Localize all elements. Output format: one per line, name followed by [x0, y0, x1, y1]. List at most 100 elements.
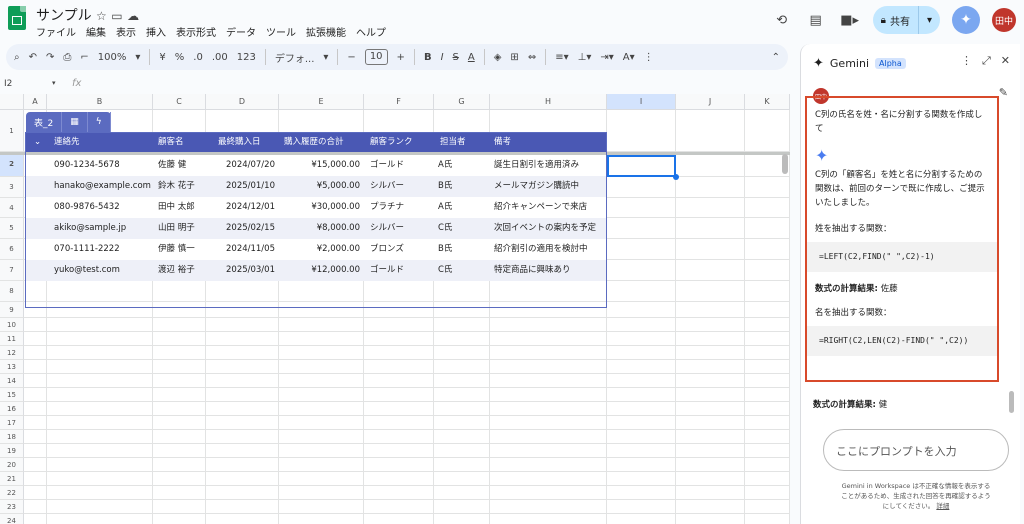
font-size-decrease-button[interactable]: −	[347, 52, 355, 63]
spreadsheet-grid[interactable]: ABCDEFGHIJK 1 2 3 4 5 6 7 8 9 10 11 12 13 14 15 16 17 18 1…	[0, 94, 790, 524]
sheets-logo-icon[interactable]	[8, 6, 26, 30]
more-vert-icon[interactable]: ⋮	[961, 54, 972, 68]
last-name-formula[interactable]: =LEFT(C2,FIND(" ",C2)-1)	[807, 242, 997, 272]
move-folder-icon[interactable]: ▭	[111, 9, 122, 23]
print-icon[interactable]: ⎙	[63, 52, 71, 63]
menu-extensions[interactable]: 拡張機能	[306, 24, 346, 39]
document-title[interactable]: サンプル ☆ ▭ ☁	[36, 5, 139, 25]
table-name-chip[interactable]: 表_2	[26, 112, 63, 132]
row-header[interactable]: 6	[0, 239, 24, 260]
row-header[interactable]: 17	[0, 416, 24, 430]
star-icon[interactable]: ☆	[96, 9, 107, 23]
collapse-toolbar-icon[interactable]: ⌃	[772, 52, 780, 63]
row-header[interactable]: 16	[0, 402, 24, 416]
table-view-icon[interactable]: ▦	[62, 112, 88, 132]
name-box[interactable]: I2	[4, 79, 12, 89]
row-header[interactable]: 24	[0, 514, 24, 524]
expand-icon[interactable]: ⤢	[982, 54, 991, 68]
share-dropdown-icon[interactable]: ▾	[927, 15, 932, 26]
row-header[interactable]: 19	[0, 444, 24, 458]
row-header[interactable]: 5	[0, 218, 24, 239]
column-header[interactable]: E	[279, 94, 364, 110]
vertical-align-icon[interactable]: ⊥▾	[578, 52, 592, 63]
row-header[interactable]: 1	[0, 110, 24, 152]
text-wrap-icon[interactable]: ⇥▾	[600, 52, 613, 63]
menu-insert[interactable]: 挿入	[146, 24, 166, 39]
decrease-decimal-button[interactable]: .0	[193, 52, 203, 63]
row-header[interactable]: 23	[0, 500, 24, 514]
gemini-spark-icon[interactable]: ✦	[952, 6, 980, 34]
strikethrough-button[interactable]: S	[453, 52, 459, 63]
currency-format-button[interactable]: ¥	[159, 52, 165, 63]
row-header[interactable]: 9	[0, 302, 24, 318]
name-box-dropdown-icon[interactable]: ▾	[52, 79, 56, 87]
zoom-select[interactable]: 100%	[98, 52, 127, 63]
row-header[interactable]: 20	[0, 458, 24, 472]
column-header[interactable]: F	[364, 94, 434, 110]
details-link[interactable]: 詳細	[936, 502, 949, 510]
table-smart-fill-icon[interactable]: ϟ	[88, 112, 111, 132]
percent-format-button[interactable]: %	[175, 52, 185, 63]
column-header[interactable]: H	[490, 94, 607, 110]
row-header[interactable]: 11	[0, 332, 24, 346]
row-header[interactable]: 12	[0, 346, 24, 360]
font-select[interactable]: デフォ...	[275, 50, 315, 65]
row-header[interactable]: 15	[0, 388, 24, 402]
italic-button[interactable]: I	[441, 52, 444, 63]
row-header[interactable]: 14	[0, 374, 24, 388]
row-header[interactable]: 2	[0, 152, 24, 177]
column-header[interactable]: A	[24, 94, 47, 110]
borders-icon[interactable]: ⊞	[510, 52, 518, 63]
close-icon[interactable]: ✕	[1001, 54, 1010, 68]
redo-icon[interactable]: ↷	[46, 52, 54, 63]
text-color-button[interactable]: A	[468, 52, 475, 63]
row-header[interactable]: 4	[0, 198, 24, 218]
comment-icon[interactable]: ▤	[805, 9, 827, 31]
zoom-chevron-icon[interactable]: ▾	[135, 52, 140, 63]
undo-icon[interactable]: ↶	[29, 52, 37, 63]
number-format-button[interactable]: 123	[237, 52, 256, 63]
font-size-increase-button[interactable]: +	[397, 52, 405, 63]
row-header[interactable]: 8	[0, 281, 24, 302]
row-header[interactable]: 13	[0, 360, 24, 374]
row-header[interactable]: 18	[0, 430, 24, 444]
column-header[interactable]: C	[153, 94, 206, 110]
row-header[interactable]: 21	[0, 472, 24, 486]
column-header[interactable]: K	[745, 94, 790, 110]
panel-scrollbar[interactable]	[1009, 391, 1014, 413]
meet-icon[interactable]: ■▸	[839, 9, 861, 31]
menu-data[interactable]: データ	[226, 24, 256, 39]
menu-file[interactable]: ファイル	[36, 24, 76, 39]
row-header[interactable]: 22	[0, 486, 24, 500]
font-chevron-icon[interactable]: ▾	[323, 52, 328, 63]
menu-tools[interactable]: ツール	[266, 24, 296, 39]
merge-cells-icon[interactable]: ⇔	[528, 52, 536, 63]
column-header[interactable]: D	[206, 94, 279, 110]
menu-edit[interactable]: 編集	[86, 24, 106, 39]
paint-format-icon[interactable]: ⌐	[80, 52, 88, 63]
account-avatar[interactable]: 田中	[992, 8, 1016, 32]
prompt-input[interactable]: ここにプロンプトを入力	[823, 429, 1009, 471]
search-menus-icon[interactable]: ⌕	[14, 52, 20, 63]
column-header[interactable]: G	[434, 94, 490, 110]
text-rotation-icon[interactable]: A▾	[623, 52, 635, 63]
more-options-icon[interactable]: ⋮	[644, 52, 654, 63]
menu-view[interactable]: 表示	[116, 24, 136, 39]
vertical-scrollbar[interactable]	[782, 154, 788, 174]
row-header[interactable]: 3	[0, 177, 24, 198]
first-name-formula[interactable]: =RIGHT(C2,LEN(C2)-FIND(" ",C2))	[807, 326, 997, 356]
menu-format[interactable]: 表示形式	[176, 24, 216, 39]
fill-color-icon[interactable]: ◈	[494, 52, 502, 63]
selected-cell[interactable]	[607, 155, 676, 177]
menu-help[interactable]: ヘルプ	[356, 24, 386, 39]
column-header[interactable]: J	[676, 94, 745, 110]
history-icon[interactable]: ⟲	[771, 9, 793, 31]
row-header[interactable]: 7	[0, 260, 24, 281]
select-all-corner[interactable]	[0, 94, 24, 110]
bold-button[interactable]: B	[424, 52, 432, 63]
horizontal-align-icon[interactable]: ≡▾	[555, 52, 568, 63]
row-header[interactable]: 10	[0, 318, 24, 332]
column-header[interactable]: B	[47, 94, 153, 110]
font-size-input[interactable]: 10	[364, 49, 388, 65]
share-button[interactable]: 🔒︎ 共有 ▾	[872, 6, 940, 34]
